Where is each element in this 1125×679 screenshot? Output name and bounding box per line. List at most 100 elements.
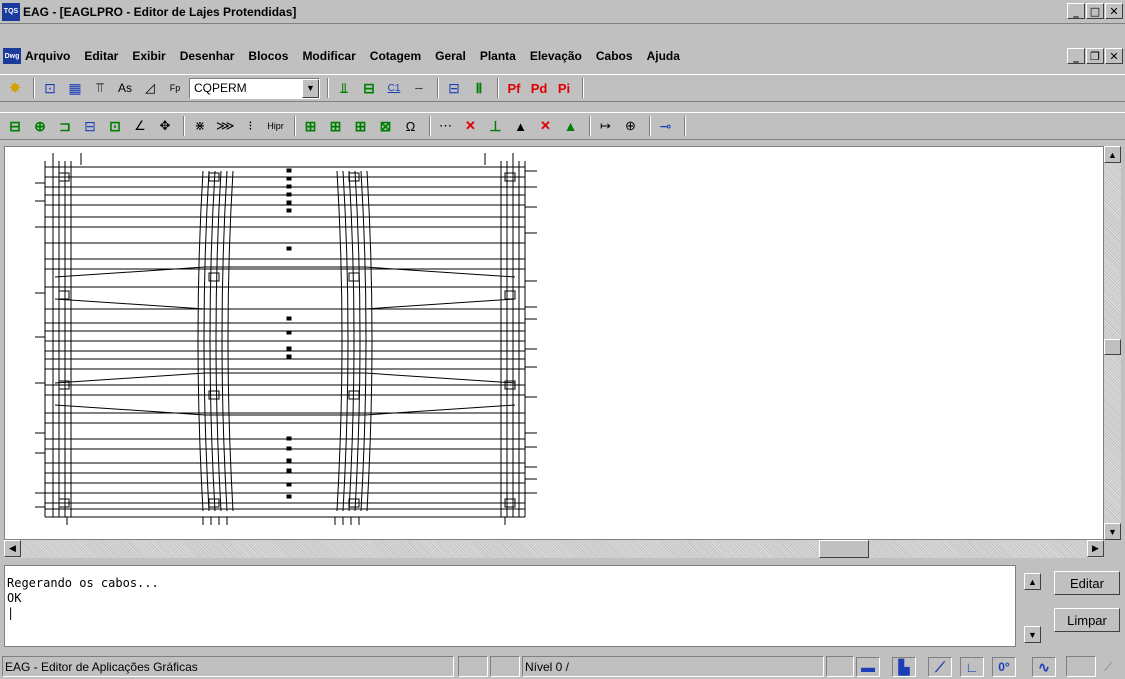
inclined-cable (364, 298, 516, 310)
zoom-icon[interactable]: ⊕ (620, 115, 642, 137)
horizontal-scroll-thumb[interactable] (819, 540, 869, 558)
pd-button[interactable]: Pd (528, 77, 550, 99)
menu-planta[interactable]: Planta (480, 49, 516, 63)
add-support-icon[interactable]: ▲ (560, 115, 582, 137)
column-icon[interactable]: Ⅱ (468, 77, 490, 99)
load-icon[interactable]: ⫪ (89, 77, 111, 99)
command-scroll-down-button[interactable]: ▼ (1024, 626, 1041, 643)
grid-icon[interactable]: ▦ (64, 77, 86, 99)
menu-cabos[interactable]: Cabos (596, 49, 633, 63)
cross-mark-icon[interactable]: ✕ (460, 115, 482, 137)
center-mark (286, 246, 292, 251)
slab-icon[interactable]: ⊡ (39, 77, 61, 99)
diagram-icon[interactable]: ◿ (139, 77, 161, 99)
fp-icon[interactable]: Fp (164, 77, 186, 99)
status-indicator-3 (826, 656, 854, 677)
vertical-scroll-thumb[interactable] (1104, 339, 1121, 355)
menu-blocos[interactable]: Blocos (248, 49, 288, 63)
center-mark (286, 316, 292, 321)
spread-icon[interactable]: ⋇ (189, 115, 211, 137)
ortho-icon[interactable]: ▙ (892, 657, 916, 677)
move-icon[interactable]: ✥ (154, 115, 176, 137)
mark-icon[interactable]: ⋯ (435, 115, 457, 137)
cross-cable-icon[interactable]: ⊕ (29, 115, 51, 137)
menu-elevacao[interactable]: Elevação (530, 49, 582, 63)
center-mark (286, 200, 292, 205)
center-mark (286, 346, 292, 351)
section-icon[interactable]: ⫫ (333, 77, 355, 99)
menu-modificar[interactable]: Modificar (302, 49, 355, 63)
command-scroll-up-button[interactable]: ▲ (1024, 573, 1041, 590)
scroll-right-button[interactable]: ▶ (1087, 540, 1104, 557)
close-button[interactable]: ✕ (1105, 3, 1123, 19)
omega-icon[interactable]: Ω (400, 115, 422, 137)
chevron-down-icon[interactable]: ▼ (302, 78, 319, 98)
menu-exibir[interactable]: Exibir (132, 49, 165, 63)
remove-support-icon[interactable]: ✕ (535, 115, 557, 137)
cable-icon[interactable]: ⊟ (4, 115, 26, 137)
line-style-icon[interactable]: ▬ (856, 657, 880, 677)
center-mark (286, 330, 292, 335)
list-icon[interactable]: ⊟ (443, 77, 465, 99)
triangle-icon[interactable]: ▲ (510, 115, 532, 137)
vertical-scrollbar[interactable]: ▲ ▼ (1104, 146, 1121, 540)
resize-grip-icon[interactable]: ⟋ (1104, 660, 1122, 678)
c1-icon[interactable]: C1 (383, 77, 405, 99)
center-mark (286, 458, 292, 463)
support-icon[interactable]: ⊥ (485, 115, 507, 137)
hipr-button[interactable]: Hipr (265, 115, 287, 137)
center-mark (286, 494, 292, 499)
app-icon[interactable]: TQS (2, 2, 20, 21)
center-mark (286, 436, 292, 441)
insert-icon[interactable]: ⊞ (300, 115, 322, 137)
spread2-icon[interactable]: ⋙ (214, 115, 237, 137)
maximize-button[interactable]: □ (1086, 3, 1104, 19)
pf-button[interactable]: Pf (503, 77, 525, 99)
document-icon[interactable]: Dwg (3, 48, 21, 64)
corner-icon[interactable]: ∟ (960, 657, 984, 677)
doc-restore-button[interactable]: ❐ (1086, 48, 1104, 64)
scroll-down-button[interactable]: ▼ (1104, 523, 1121, 540)
table-icon[interactable]: ⊟ (358, 77, 380, 99)
angle-icon[interactable]: ∠ (129, 115, 151, 137)
command-line-2: OK (7, 591, 22, 605)
menu-cotagem[interactable]: Cotagem (370, 49, 421, 63)
minimize-button[interactable]: _ (1067, 3, 1085, 19)
separator (33, 78, 35, 98)
delete-icon[interactable]: ⊠ (375, 115, 397, 137)
pi-button[interactable]: Pi (553, 77, 575, 99)
wave-icon[interactable]: ∿ (1032, 657, 1056, 677)
doc-minimize-button[interactable]: _ (1067, 48, 1085, 64)
angle-readout[interactable]: 0° (992, 657, 1016, 677)
as-icon[interactable]: As (114, 77, 136, 99)
diagonal-icon[interactable]: ⟋ (928, 657, 952, 677)
anchor-icon[interactable]: ⊐ (54, 115, 76, 137)
menu-geral[interactable]: Geral (435, 49, 466, 63)
key-icon[interactable]: ⊸ (655, 115, 677, 137)
pin-icon[interactable]: ⁝ (240, 115, 262, 137)
menu-ajuda[interactable]: Ajuda (647, 49, 680, 63)
menu-arquivo[interactable]: Arquivo (25, 49, 70, 63)
regen-icon[interactable]: ✸ (4, 77, 26, 99)
slab-drawing[interactable] (5, 147, 1104, 540)
menu-desenhar[interactable]: Desenhar (180, 49, 235, 63)
limpar-button[interactable]: Limpar (1054, 608, 1120, 632)
menu-editar[interactable]: Editar (84, 49, 118, 63)
insert2-icon[interactable]: ⊞ (325, 115, 347, 137)
insert3-icon[interactable]: ⊞ (350, 115, 372, 137)
status-indicator-1 (458, 656, 488, 677)
drawing-canvas[interactable] (4, 146, 1104, 540)
scroll-up-button[interactable]: ▲ (1104, 146, 1121, 163)
scroll-left-button[interactable]: ◀ (4, 540, 21, 557)
command-output[interactable]: Regerando os cabos... OK | (4, 565, 1016, 647)
measure-icon[interactable]: ↦ (595, 115, 617, 137)
status-app-text: EAG - Editor de Aplicações Gráficas (2, 656, 454, 677)
ratio-icon[interactable]: ⁓ (408, 77, 430, 99)
edit-box-icon[interactable]: ⊡ (104, 115, 126, 137)
horizontal-scrollbar[interactable]: ◀ ▶ (4, 540, 1104, 558)
load-case-select[interactable]: CQPERM ▼ (189, 77, 320, 99)
editar-button[interactable]: Editar (1054, 571, 1120, 595)
doc-close-button[interactable]: ✕ (1105, 48, 1123, 64)
center-mark (286, 446, 292, 451)
box-icon[interactable]: ⊟ (79, 115, 101, 137)
